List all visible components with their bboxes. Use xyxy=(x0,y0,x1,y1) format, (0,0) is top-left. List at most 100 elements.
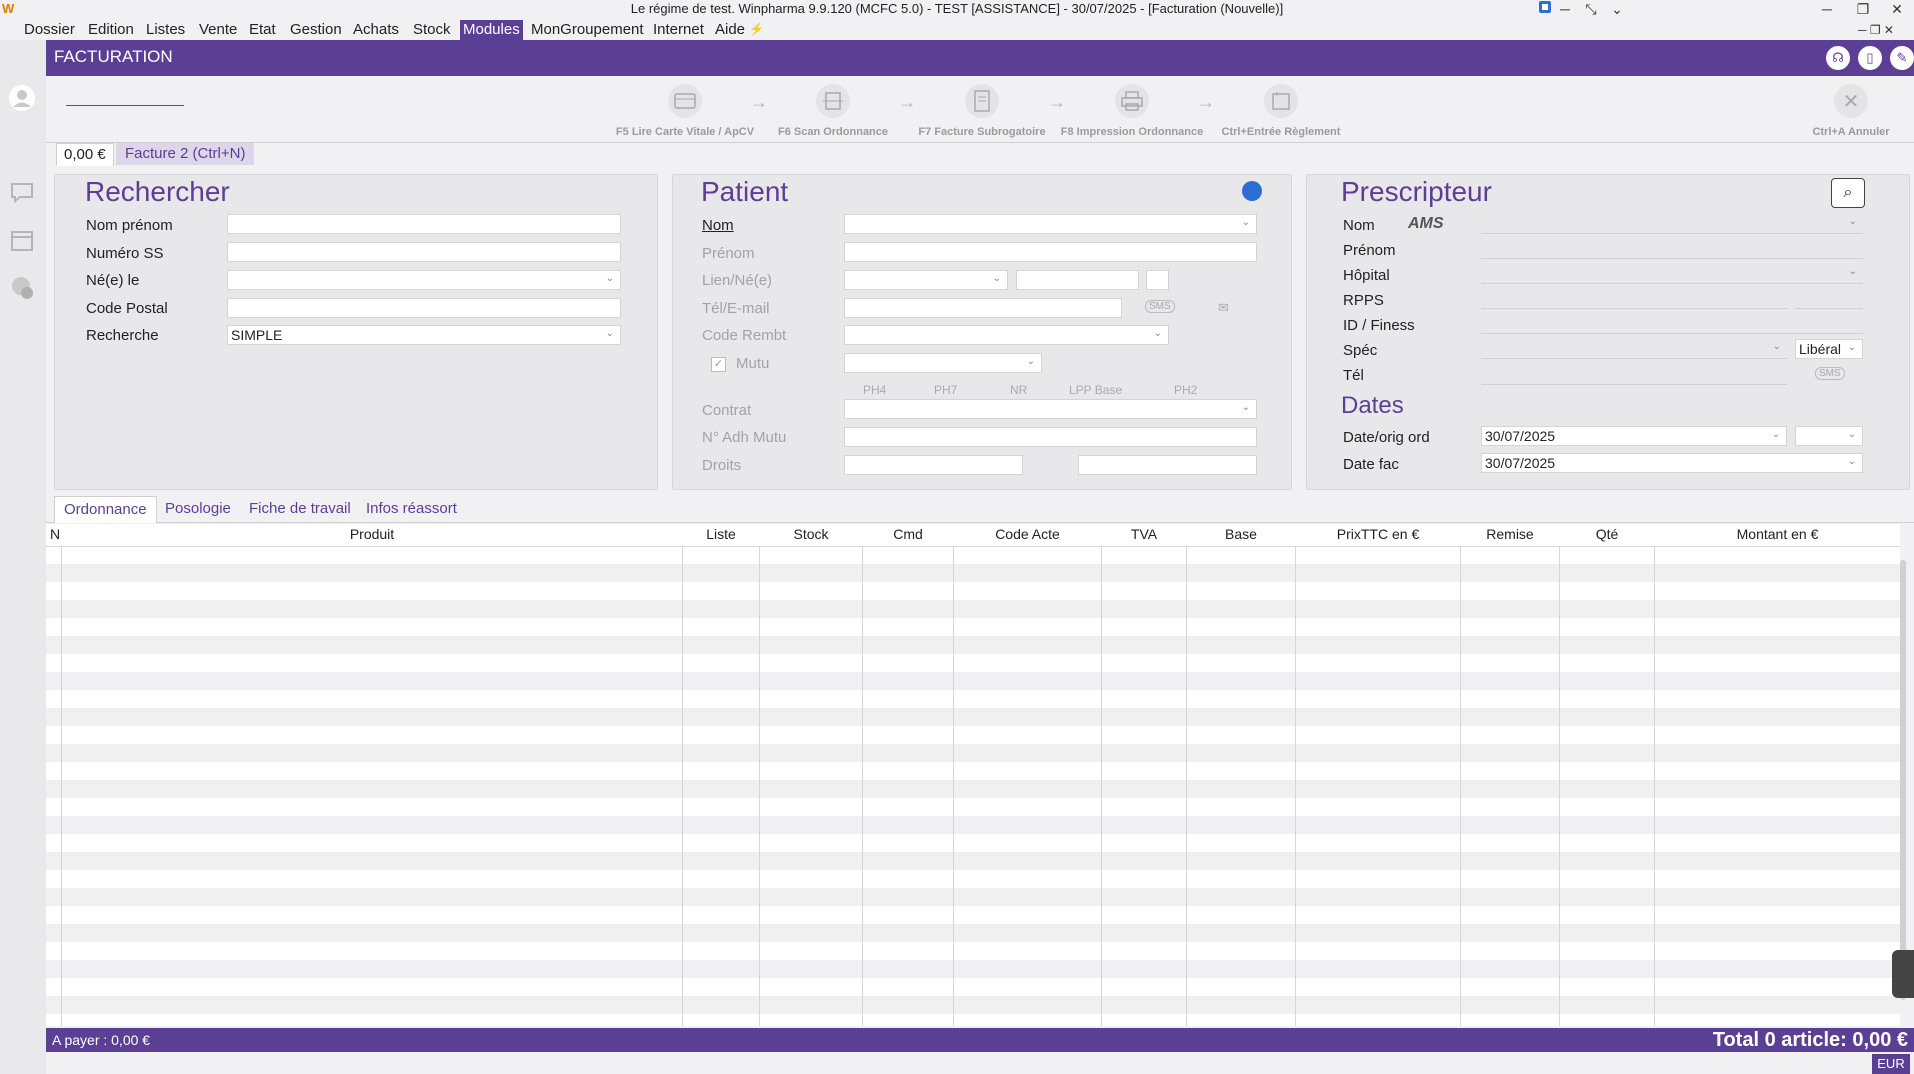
tab-facture[interactable]: Facture 2 (Ctrl+N) xyxy=(116,143,255,165)
scan-prescription-button[interactable]: F6 Scan Ordonnance xyxy=(753,84,913,138)
column-header[interactable]: Montant en € xyxy=(1655,526,1900,542)
sms-button[interactable]: SMS xyxy=(1815,367,1845,380)
finess-input[interactable] xyxy=(1481,314,1863,334)
mdi-controls[interactable]: ─ ❐ ✕ xyxy=(1858,20,1894,40)
sms-button[interactable]: SMS xyxy=(1145,300,1175,313)
postal-code-input[interactable] xyxy=(227,298,621,318)
menu-gestion[interactable]: Gestion xyxy=(287,20,345,40)
read-vitale-card-button[interactable]: F5 Lire Carte Vitale / ApCV xyxy=(605,84,765,138)
phone-email-input[interactable] xyxy=(844,298,1122,318)
practice-type-select[interactable]: Libéral ⌄ xyxy=(1795,339,1863,359)
menu-listes[interactable]: Listes xyxy=(143,20,188,40)
menu-edition[interactable]: Edition xyxy=(85,20,137,40)
table-row[interactable] xyxy=(46,780,1900,798)
user-icon[interactable] xyxy=(8,84,36,112)
column-header[interactable]: Qté xyxy=(1560,526,1654,542)
menu-stock[interactable]: Stock xyxy=(410,20,454,40)
tab-infos-reassort[interactable]: Infos réassort xyxy=(357,496,466,522)
adhesion-number-input[interactable] xyxy=(844,427,1257,447)
menu-etat[interactable]: Etat xyxy=(246,20,279,40)
table-row[interactable] xyxy=(46,888,1900,906)
code-rembt-select[interactable]: ⌄ xyxy=(844,325,1169,345)
patient-birthdate-input[interactable] xyxy=(1016,270,1139,290)
date-fac-select[interactable]: 30/07/2025 ⌄ xyxy=(1481,453,1863,473)
table-row[interactable] xyxy=(46,744,1900,762)
droits-start-input[interactable] xyxy=(844,455,1023,475)
date-orig-select[interactable]: 30/07/2025 ⌄ xyxy=(1481,426,1787,446)
mail-icon[interactable]: ✉ xyxy=(1218,300,1229,316)
globe-icon[interactable] xyxy=(1242,181,1262,201)
table-row[interactable] xyxy=(46,708,1900,726)
tab-ordonnance[interactable]: Ordonnance xyxy=(54,496,157,523)
numero-ss-input[interactable] xyxy=(227,242,621,262)
table-row[interactable] xyxy=(46,600,1900,618)
chevron-down-icon[interactable]: ⌄ xyxy=(1604,0,1630,20)
prescriber-name-select[interactable]: ⌄ xyxy=(1481,214,1863,234)
compress-icon[interactable]: ⤡ xyxy=(1578,0,1604,20)
quick-search-input[interactable] xyxy=(66,79,184,106)
headset-icon[interactable]: ☊ xyxy=(1826,46,1850,70)
prescriber-phone-input[interactable] xyxy=(1481,365,1787,385)
close-button[interactable]: ✕ xyxy=(1884,0,1910,20)
date-orig-type-select[interactable]: ⌄ xyxy=(1795,426,1863,446)
payment-button[interactable]: Ctrl+Entrée Règlement xyxy=(1201,84,1361,138)
column-header[interactable]: Code Acte xyxy=(954,526,1101,542)
support-chat-icon[interactable] xyxy=(8,274,36,302)
tab-fiche-de-travail[interactable]: Fiche de travail xyxy=(240,496,360,522)
contrat-select[interactable]: ⌄ xyxy=(844,399,1257,419)
table-row[interactable] xyxy=(46,852,1900,870)
card-scan-icon[interactable]: ⌕ xyxy=(1831,178,1865,208)
menu-dossier[interactable]: Dossier xyxy=(21,20,78,40)
hospital-select[interactable]: ⌄ xyxy=(1481,264,1863,284)
column-header[interactable]: Cmd xyxy=(863,526,953,542)
relation-select[interactable]: ⌄ xyxy=(844,270,1008,290)
mutu-select[interactable]: ⌄ xyxy=(844,353,1042,373)
column-header[interactable]: Liste xyxy=(683,526,759,542)
search-mode-select[interactable]: SIMPLE ⌄ xyxy=(227,325,621,345)
prescriber-firstname-input[interactable] xyxy=(1481,239,1863,259)
cancel-button[interactable]: ✕ Ctrl+A Annuler xyxy=(1771,84,1914,138)
scrollbar[interactable] xyxy=(1900,560,1906,1000)
table-row[interactable] xyxy=(46,564,1900,582)
calendar-icon[interactable] xyxy=(8,226,36,254)
menu-internet[interactable]: Internet xyxy=(650,20,707,40)
droits-end-input[interactable] xyxy=(1078,455,1257,475)
column-header[interactable]: TVA xyxy=(1102,526,1186,542)
collapse-icon[interactable]: ─ xyxy=(1552,0,1578,20)
menu-aide[interactable]: Aide xyxy=(712,20,748,40)
mutu-checkbox[interactable]: ✓ xyxy=(711,357,726,372)
column-header[interactable]: N xyxy=(50,526,60,542)
subrogatory-invoice-button[interactable]: F7 Facture Subrogatoire xyxy=(902,84,1062,138)
table-row[interactable] xyxy=(46,996,1900,1014)
rpps-key-input[interactable] xyxy=(1795,289,1863,309)
patient-rank-input[interactable] xyxy=(1146,270,1169,290)
side-panel-handle[interactable] xyxy=(1892,950,1914,998)
table-row[interactable] xyxy=(46,816,1900,834)
column-header[interactable]: Stock xyxy=(760,526,862,542)
table-row[interactable] xyxy=(46,924,1900,942)
rpps-input[interactable] xyxy=(1481,289,1787,309)
product-table[interactable]: N Produit Liste Stock Cmd Code Acte TVA … xyxy=(46,524,1900,1026)
ams-logo[interactable]: AMS xyxy=(1408,215,1444,233)
nom-prenom-input[interactable] xyxy=(227,214,621,234)
menu-achats[interactable]: Achats xyxy=(350,20,402,40)
print-prescription-button[interactable]: F8 Impression Ordonnance xyxy=(1052,84,1212,138)
currency-badge[interactable]: EUR xyxy=(1872,1054,1910,1074)
patient-name-select[interactable]: ⌄ xyxy=(844,214,1257,234)
table-row[interactable] xyxy=(46,960,1900,978)
tab-amount[interactable]: 0,00 € xyxy=(56,143,114,166)
restore-button[interactable]: ❐ xyxy=(1850,0,1876,20)
table-row[interactable] xyxy=(46,672,1900,690)
table-row[interactable] xyxy=(46,636,1900,654)
pen-icon[interactable]: ✎ xyxy=(1890,46,1914,70)
tab-posologie[interactable]: Posologie xyxy=(156,496,240,522)
column-header[interactable]: PrixTTC en € xyxy=(1296,526,1460,542)
column-header[interactable]: Remise xyxy=(1461,526,1559,542)
speciality-select[interactable]: ⌄ xyxy=(1481,339,1787,359)
menu-modules[interactable]: Modules xyxy=(460,20,523,40)
book-icon[interactable]: ▯ xyxy=(1858,46,1882,70)
minimize-button[interactable]: ─ xyxy=(1814,0,1840,20)
birthdate-select[interactable]: ⌄ xyxy=(227,270,621,290)
column-header[interactable]: Produit xyxy=(62,526,682,542)
menu-vente[interactable]: Vente xyxy=(196,20,240,40)
